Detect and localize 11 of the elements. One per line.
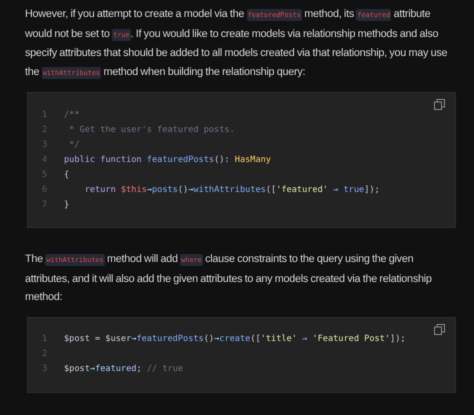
code-line: * Get the user's featured posts. — [68, 124, 235, 134]
code-line: } — [64, 200, 70, 210]
code-line: return $this→posts()→withAttributes(['featured' ⇒ true]); — [84, 184, 380, 194]
code-line: public function featuredPosts(): HasMany — [64, 154, 271, 164]
copy-icon[interactable] — [434, 324, 445, 334]
code-line: /** — [64, 110, 80, 120]
code-line: */ — [68, 140, 80, 150]
code-line: $post = $user→featuredPosts()→create(['title' ⇒ 'Featured Post']); — [64, 334, 406, 344]
code-line: $post→featured; // true — [64, 364, 184, 374]
copy-icon[interactable] — [434, 99, 445, 110]
code-line: { — [64, 170, 70, 180]
